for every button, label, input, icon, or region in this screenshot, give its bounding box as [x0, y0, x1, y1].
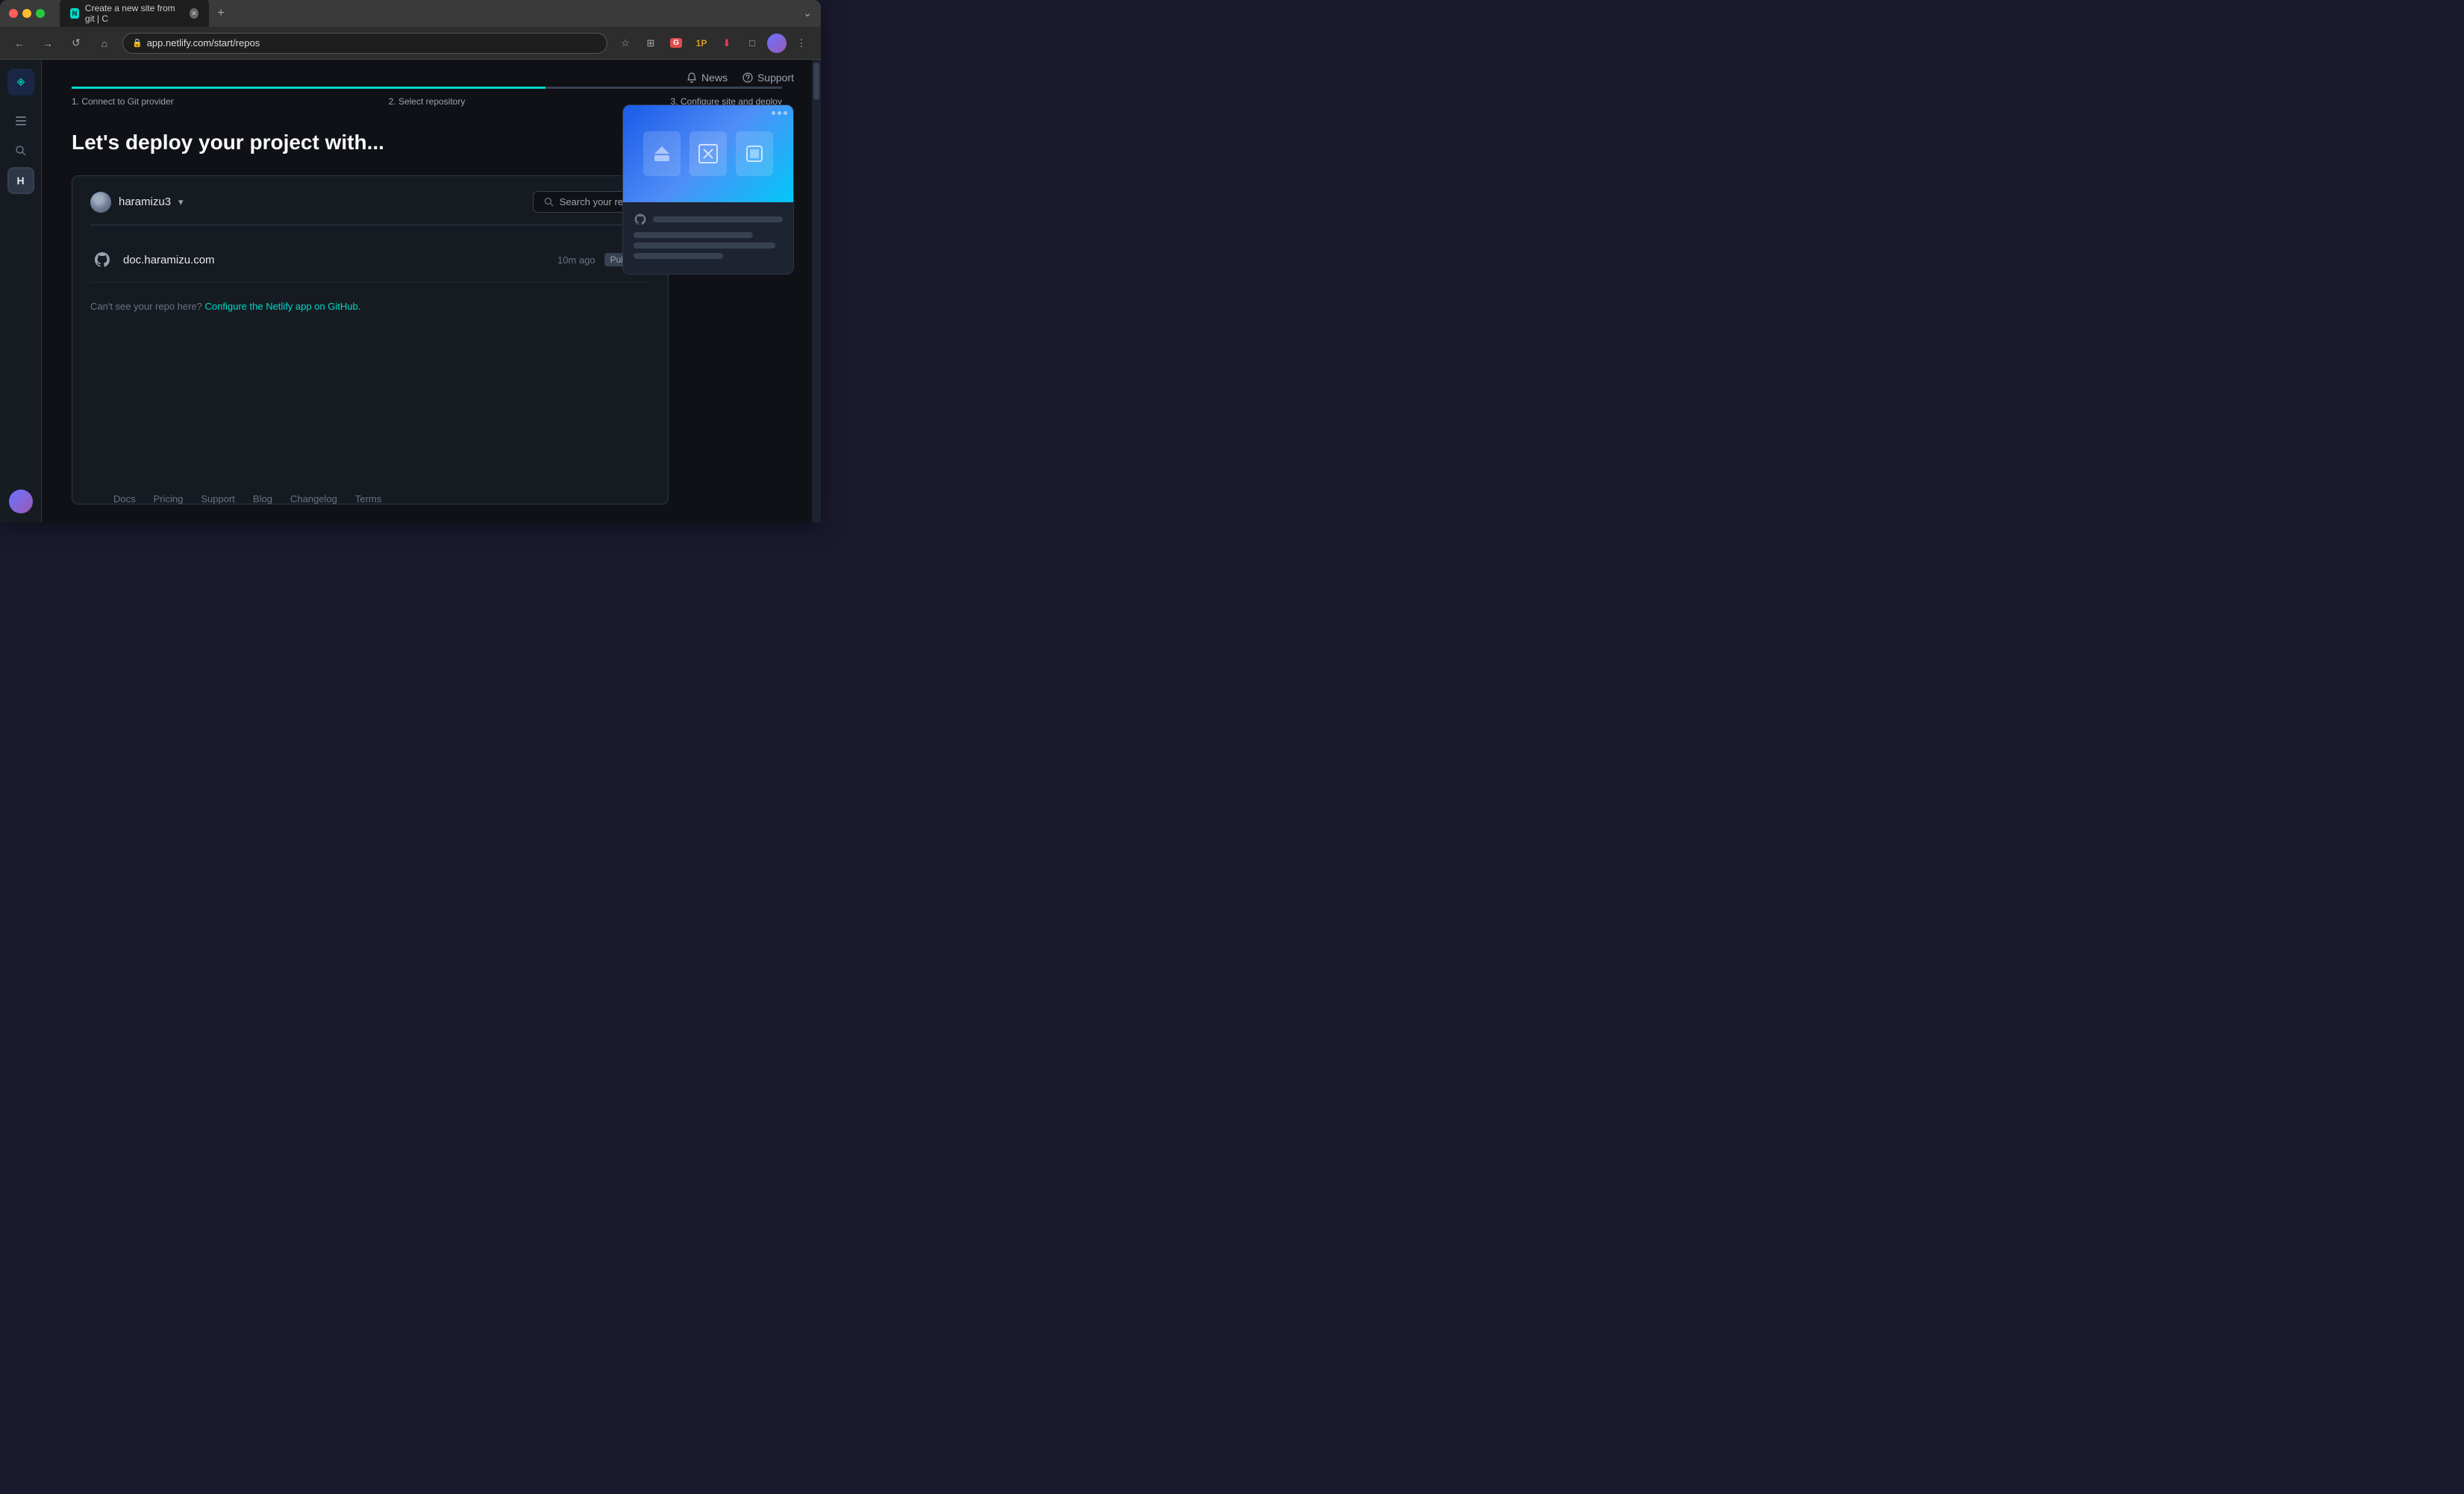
extensions-button[interactable]: ⊞ — [640, 33, 661, 54]
grammarly-button[interactable]: G — [666, 33, 687, 54]
footer: Docs Pricing Support Blog Changelog Term… — [84, 481, 381, 510]
sidebar-item-sidebar-toggle[interactable] — [7, 107, 34, 134]
sidebar: H — [0, 60, 42, 522]
question-icon — [742, 72, 753, 83]
preview-image — [623, 105, 793, 202]
tab-title: Create a new site from git | C — [85, 3, 184, 24]
configure-github-link[interactable]: Configure the Netlify app on GitHub. — [205, 301, 361, 312]
footer-link-support[interactable]: Support — [201, 493, 235, 504]
news-label: News — [701, 72, 728, 84]
1password-button[interactable]: 1P — [691, 33, 712, 54]
repo-time: 10m ago — [557, 254, 595, 266]
tab-bar: N Create a new site from git | C ✕ + — [60, 0, 797, 28]
missing-repo-text: Can't see your repo here? Configure the … — [90, 301, 650, 312]
active-tab[interactable]: N Create a new site from git | C ✕ — [60, 0, 209, 28]
progress-label-2: 2. Select repository — [308, 96, 545, 107]
app-container: H News — [0, 60, 821, 522]
footer-link-terms[interactable]: Terms — [355, 493, 381, 504]
progress-step1 — [72, 87, 308, 89]
repo-name: doc.haramizu.com — [123, 254, 557, 266]
preview-dots — [772, 111, 787, 115]
repo-header: haramizu3 ▾ Search your repos — [90, 191, 650, 225]
preview-skeleton-line-1 — [634, 232, 753, 238]
preview-card-3 — [736, 131, 773, 176]
repo-item[interactable]: doc.haramizu.com 10m ago Public › — [90, 237, 650, 283]
url-bar[interactable]: 🔒 app.netlify.com/start/repos — [122, 33, 607, 54]
browser-menu-button[interactable]: ⌄ — [803, 7, 812, 19]
footer-link-docs[interactable]: Docs — [113, 493, 136, 504]
minimize-window-button[interactable] — [22, 9, 31, 18]
tab-favicon: N — [70, 8, 79, 19]
progress-label-1: 1. Connect to Git provider — [72, 96, 308, 107]
progress-step2 — [308, 87, 545, 89]
news-link[interactable]: News — [687, 72, 728, 84]
repo-list: doc.haramizu.com 10m ago Public › — [90, 237, 650, 283]
sidebar-user-avatar[interactable] — [9, 490, 33, 513]
preview-skeleton-line-2 — [634, 243, 775, 249]
preview-card-1 — [643, 131, 681, 176]
preview-card-1-icon — [651, 143, 672, 164]
pocket-button[interactable]: ⬇ — [716, 33, 737, 54]
footer-link-pricing[interactable]: Pricing — [154, 493, 184, 504]
missing-repo-label: Can't see your repo here? — [90, 301, 202, 312]
netlify-logo[interactable] — [7, 69, 34, 96]
scrollbar[interactable] — [812, 60, 821, 522]
progress-container: 1. Connect to Git provider 2. Select rep… — [72, 87, 782, 107]
progress-step3 — [545, 87, 782, 89]
footer-link-blog[interactable]: Blog — [253, 493, 272, 504]
top-nav: News Support — [687, 72, 794, 84]
support-label: Support — [757, 72, 794, 84]
preview-ui-mockup — [634, 122, 782, 185]
close-window-button[interactable] — [9, 9, 18, 18]
team-label: H — [16, 175, 24, 187]
scroll-thumb[interactable] — [813, 63, 819, 100]
support-link[interactable]: Support — [742, 72, 794, 84]
account-name: haramizu3 — [119, 196, 171, 208]
account-avatar — [90, 192, 111, 213]
forward-button[interactable]: → — [37, 33, 58, 54]
title-bar: N Create a new site from git | C ✕ + ⌄ — [0, 0, 821, 27]
maximize-window-button[interactable] — [36, 9, 45, 18]
dropdown-arrow-icon: ▾ — [178, 196, 184, 208]
tab-right-controls: ⌄ — [803, 7, 812, 20]
preview-card-2-icon — [698, 143, 719, 164]
bell-icon — [687, 72, 697, 83]
footer-link-changelog[interactable]: Changelog — [290, 493, 337, 504]
account-avatar-image — [90, 192, 111, 213]
extension2-button[interactable]: □ — [742, 33, 763, 54]
traffic-lights — [9, 9, 45, 18]
address-bar: ← → ↺ ⌂ 🔒 app.netlify.com/start/repos ☆ … — [0, 27, 821, 60]
preview-card-2 — [690, 131, 727, 176]
back-button[interactable]: ← — [9, 33, 30, 54]
preview-panel — [622, 104, 794, 275]
configure-github-label: Configure the Netlify app on GitHub. — [205, 301, 361, 312]
preview-github-icon — [634, 213, 647, 226]
home-button[interactable]: ⌂ — [94, 33, 115, 54]
url-text: app.netlify.com/start/repos — [147, 37, 260, 49]
tab-close-button[interactable]: ✕ — [190, 8, 198, 19]
repo-section: haramizu3 ▾ Search your repos — [72, 175, 669, 504]
security-icon: 🔒 — [132, 38, 143, 48]
toolbar-right: ☆ ⊞ G 1P ⬇ □ ⋮ — [615, 33, 812, 54]
browser-menu-dots-button[interactable]: ⋮ — [791, 33, 812, 54]
account-selector[interactable]: haramizu3 ▾ — [90, 192, 184, 213]
bookmark-button[interactable]: ☆ — [615, 33, 636, 54]
reload-button[interactable]: ↺ — [66, 33, 87, 54]
preview-card-3-icon — [744, 143, 765, 164]
browser-profile-avatar[interactable] — [767, 34, 787, 53]
sidebar-item-team[interactable]: H — [7, 167, 34, 194]
sidebar-item-search[interactable] — [7, 137, 34, 164]
search-icon — [544, 197, 554, 207]
progress-bar — [72, 87, 782, 89]
main-content: News Support — [42, 60, 812, 522]
repo-icon — [90, 248, 114, 272]
preview-github-row — [634, 213, 783, 226]
preview-skeleton-line-3 — [634, 253, 723, 259]
new-tab-button[interactable]: + — [212, 4, 230, 22]
github-icon — [93, 251, 111, 269]
preview-content-area — [623, 202, 793, 274]
